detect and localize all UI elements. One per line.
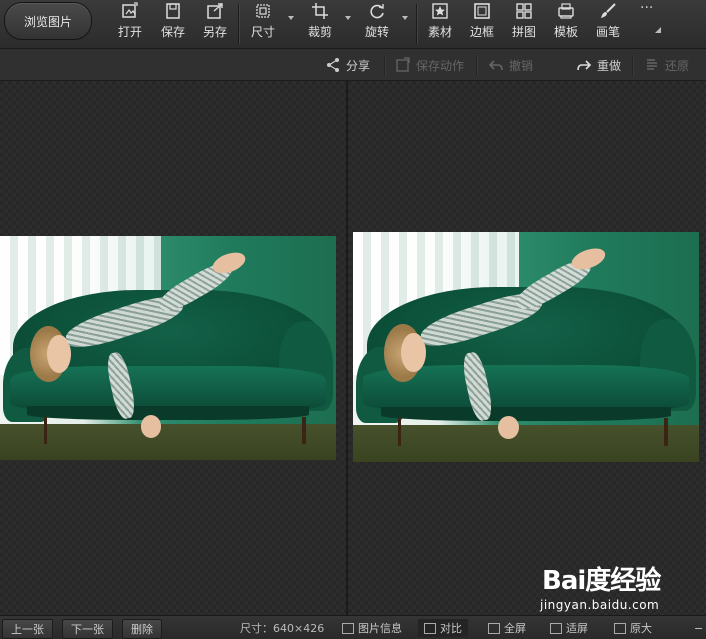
save-icon — [166, 3, 180, 19]
original-photo — [0, 236, 336, 460]
share-button[interactable]: 分享 — [325, 55, 370, 75]
rotate-label: 旋转 — [365, 25, 390, 39]
open-icon — [122, 2, 138, 18]
brush-label: 画笔 — [596, 25, 621, 39]
rotate-dropdown-icon[interactable] — [402, 16, 408, 20]
action-bar: 分享 保存动作 撤销 重做 还原 — [0, 49, 706, 115]
restore-label: 还原 — [665, 58, 690, 73]
edited-image-panel — [348, 81, 706, 615]
fullscreen-label: 全屏 — [504, 622, 526, 635]
crop-button[interactable]: 裁剪 — [308, 2, 332, 42]
template-button[interactable]: 模板 — [554, 2, 578, 42]
next-image-button[interactable]: 下一张 — [62, 619, 113, 639]
undo-button[interactable]: 撤销 — [488, 55, 533, 75]
action-divider — [384, 55, 385, 75]
toolbar-divider — [416, 4, 417, 44]
restore-icon — [647, 59, 657, 70]
image-info-button[interactable]: 图片信息 — [342, 619, 402, 637]
collage-button[interactable]: 拼图 — [512, 2, 536, 42]
crop-dropdown-icon[interactable] — [345, 16, 351, 20]
action-divider — [632, 55, 633, 75]
original-image-panel — [0, 81, 346, 615]
status-bar: 上一张 下一张 删除 尺寸：640×426 图片信息 对比 全屏 适屏 原大 − — [0, 615, 706, 639]
fullscreen-icon — [488, 622, 500, 634]
save-as-button[interactable]: 另存 — [203, 2, 227, 42]
zoom-out-button[interactable]: − — [694, 619, 703, 637]
compare-icon — [424, 622, 436, 634]
rotate-button[interactable]: 旋转 — [365, 2, 389, 42]
crop-label: 裁剪 — [308, 25, 333, 39]
frame-icon — [474, 3, 490, 19]
main-toolbar: 浏览图片 打开 保存 另存 尺寸 裁剪 旋转 素材 边框 拼图 模板 画笔 ··… — [0, 0, 706, 49]
more-menu-button[interactable]: ··· — [640, 0, 653, 16]
save-action-icon — [396, 57, 410, 72]
compare-button[interactable]: 对比 — [418, 619, 468, 637]
resize-dropdown-icon[interactable] — [288, 16, 294, 20]
image-size-text: 尺寸：640×426 — [240, 622, 325, 635]
toolbar-divider — [238, 4, 239, 44]
original-size-label: 原大 — [630, 622, 652, 635]
browse-images-button[interactable]: 浏览图片 — [4, 2, 92, 40]
delete-button[interactable]: 删除 — [122, 619, 162, 639]
save-action-label: 保存动作 — [416, 58, 465, 73]
fit-screen-button[interactable]: 适屏 — [550, 619, 588, 637]
template-icon — [558, 3, 574, 19]
redo-icon — [577, 60, 592, 71]
frame-label: 边框 — [470, 25, 495, 39]
brush-icon — [601, 3, 616, 18]
save-action-button[interactable]: 保存动作 — [395, 55, 464, 75]
share-icon — [327, 58, 339, 72]
brush-button[interactable]: 画笔 — [596, 2, 620, 42]
rotate-icon — [370, 4, 384, 19]
save-as-icon — [207, 3, 223, 19]
restore-button[interactable]: 还原 — [644, 55, 689, 75]
sticker-label: 素材 — [428, 25, 453, 39]
original-size-button[interactable]: 原大 — [614, 619, 652, 637]
collage-label: 拼图 — [512, 25, 537, 39]
save-as-label: 另存 — [203, 25, 228, 39]
undo-icon — [488, 60, 503, 71]
save-label: 保存 — [161, 25, 186, 39]
action-divider — [476, 55, 477, 75]
template-label: 模板 — [554, 25, 579, 39]
fit-screen-icon — [550, 622, 562, 634]
collage-icon — [516, 3, 532, 19]
resize-label: 尺寸 — [251, 25, 276, 39]
share-label: 分享 — [346, 58, 371, 73]
original-size-icon — [614, 622, 626, 634]
redo-button[interactable]: 重做 — [576, 55, 621, 75]
redo-label: 重做 — [597, 58, 622, 73]
crop-icon — [312, 3, 328, 19]
fit-screen-label: 适屏 — [566, 622, 588, 635]
info-icon — [342, 622, 354, 634]
sticker-button[interactable]: 素材 — [428, 2, 452, 42]
fullscreen-button[interactable]: 全屏 — [488, 619, 526, 637]
expand-icon[interactable] — [655, 27, 661, 33]
image-info-label: 图片信息 — [358, 622, 402, 635]
save-button[interactable]: 保存 — [161, 2, 185, 42]
resize-icon — [256, 4, 270, 18]
compare-label: 对比 — [440, 622, 462, 635]
resize-button[interactable]: 尺寸 — [251, 2, 275, 42]
edited-photo — [353, 232, 699, 462]
open-button[interactable]: 打开 — [118, 2, 142, 42]
frame-button[interactable]: 边框 — [470, 2, 494, 42]
undo-label: 撤销 — [509, 58, 534, 73]
previous-image-button[interactable]: 上一张 — [2, 619, 53, 639]
open-label: 打开 — [118, 25, 143, 39]
sticker-icon — [432, 3, 448, 19]
